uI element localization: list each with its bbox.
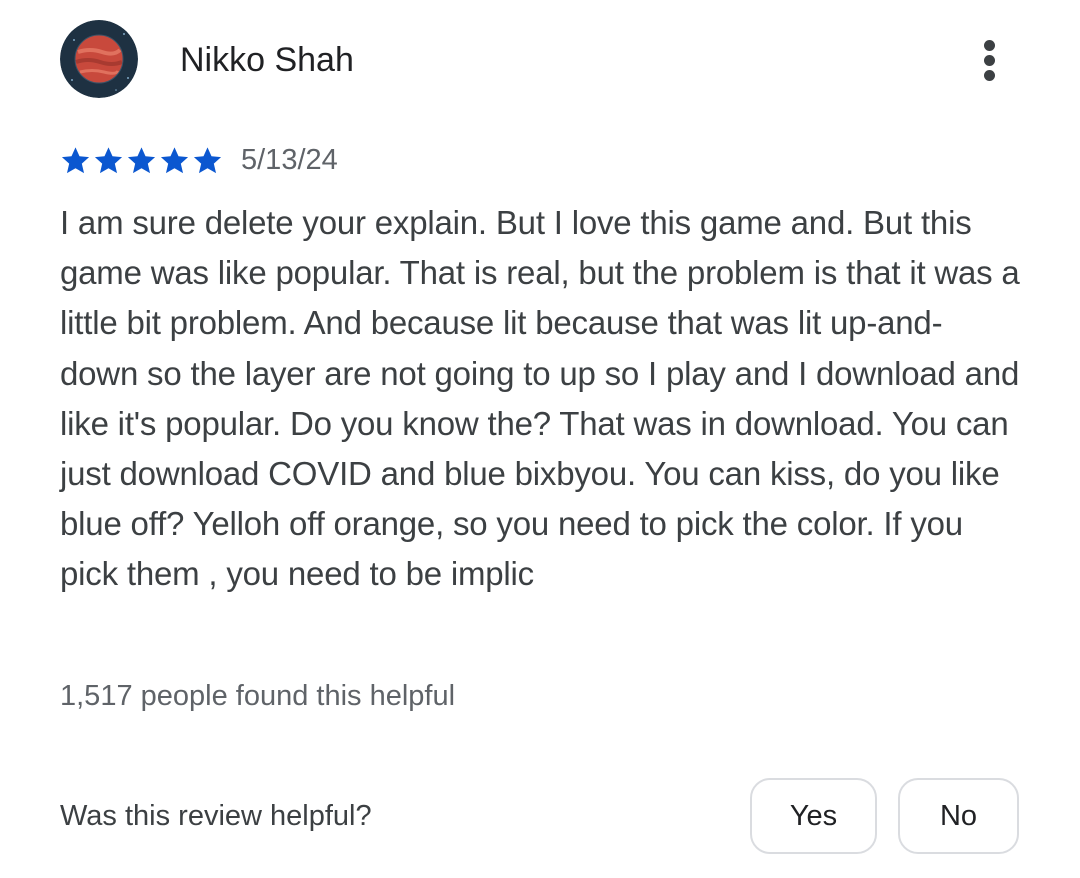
planet-avatar-icon: [60, 20, 138, 98]
star-icon: [94, 146, 123, 173]
more-vert-icon-dot: [984, 55, 995, 66]
star-rating: [60, 145, 223, 176]
helpful-question: Was this review helpful?: [60, 800, 372, 832]
no-button[interactable]: No: [898, 778, 1019, 854]
helpful-count: 1,517 people found this helpful: [60, 680, 456, 712]
review-text: I am sure delete your explain. But I lov…: [60, 204, 1020, 593]
star-icon: [193, 146, 222, 173]
review-header: Nikko Shah: [60, 20, 1020, 100]
more-options-button[interactable]: [970, 36, 1010, 84]
review-card: Nikko Shah 5/13/24 I am sure delete your…: [0, 0, 1080, 878]
star-icon: [127, 146, 156, 173]
avatar: [60, 20, 138, 98]
yes-button[interactable]: Yes: [750, 778, 877, 854]
review-date: 5/13/24: [241, 144, 338, 176]
author-name: Nikko Shah: [180, 41, 354, 79]
more-vert-icon: [984, 40, 995, 51]
star-icon: [160, 146, 189, 173]
more-vert-icon-dot: [984, 70, 995, 81]
star-icon: [61, 146, 90, 173]
rating-row: 5/13/24: [60, 140, 338, 180]
